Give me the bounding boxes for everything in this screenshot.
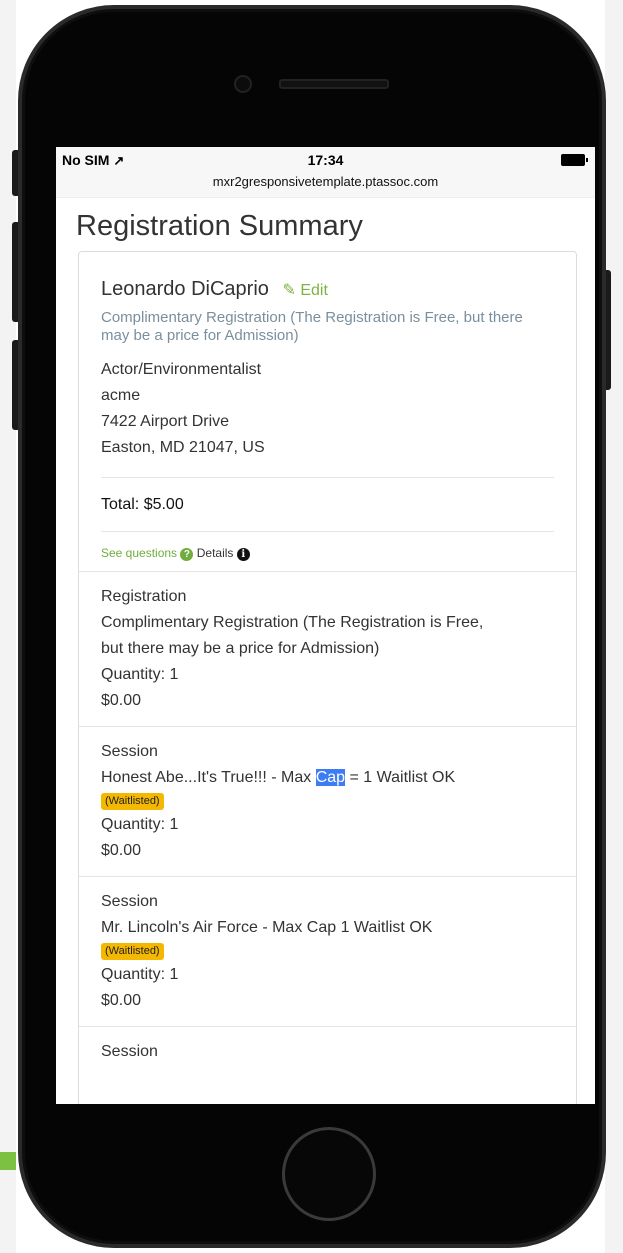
registrant-address: Actor/Environmentalist acme 7422 Airport… xyxy=(101,357,554,461)
registrant-street: 7422 Airport Drive xyxy=(101,413,230,430)
registrant-city: Easton, MD 21047, US xyxy=(101,439,265,456)
registration-card: Leonardo DiCaprio ✎ Edit Complimentary R… xyxy=(78,251,577,1104)
list-item: Session Honest Abe...It's True!!! - Max … xyxy=(79,726,576,876)
item-name-cont: but there may be a price for Admission) xyxy=(101,640,380,657)
details-link[interactable]: Details i xyxy=(197,546,250,561)
list-item: Session xyxy=(79,1026,576,1077)
selected-text: Cap xyxy=(315,769,346,786)
battery-icon xyxy=(561,154,588,166)
status-time: 17:34 xyxy=(307,152,344,168)
pencil-icon: ✎ xyxy=(282,282,296,299)
waitlisted-badge: (Waitlisted) xyxy=(101,793,164,810)
registrant-title: Actor/Environmentalist xyxy=(101,361,262,378)
registrant-name: Leonardo DiCaprio xyxy=(101,278,269,300)
item-price: $0.00 xyxy=(101,992,142,1009)
item-quantity: Quantity: 1 xyxy=(101,816,179,833)
list-item: Session Mr. Lincoln's Air Force - Max Ca… xyxy=(79,876,576,1026)
earpiece-speaker xyxy=(279,79,389,89)
item-price: $0.00 xyxy=(101,692,142,709)
registration-type: Complimentary Registration (The Registra… xyxy=(101,309,523,344)
home-button[interactable] xyxy=(282,1127,376,1221)
see-questions-link[interactable]: See questions ? xyxy=(101,546,194,561)
background-green-accent xyxy=(0,1152,16,1170)
list-item: Registration Complimentary Registration … xyxy=(79,571,576,726)
waitlisted-badge: (Waitlisted) xyxy=(101,943,164,960)
registrant-summary: Leonardo DiCaprio ✎ Edit Complimentary R… xyxy=(79,252,576,571)
info-circle-icon: i xyxy=(236,548,250,561)
item-name: Honest Abe...It's True!!! - Max Cap = 1 … xyxy=(101,769,456,786)
item-category: Session xyxy=(101,893,158,910)
item-category: Registration xyxy=(101,588,187,605)
item-category: Session xyxy=(101,1043,158,1060)
item-name: Complimentary Registration (The Registra… xyxy=(101,614,484,631)
item-price: $0.00 xyxy=(101,842,142,859)
phone-screen: No SIM ↗ 17:34 mxr2gresponsivetemplate.p… xyxy=(56,147,595,1104)
address-url[interactable]: mxr2gresponsivetemplate.ptassoc.com xyxy=(56,174,595,189)
item-quantity: Quantity: 1 xyxy=(101,666,179,683)
links-row: See questions ? Details i xyxy=(101,532,554,571)
registrant-company: acme xyxy=(101,387,141,404)
item-category: Session xyxy=(101,743,158,760)
item-name: Mr. Lincoln's Air Force - Max Cap 1 Wait… xyxy=(101,919,433,936)
background-right-strip xyxy=(605,0,623,1253)
question-circle-icon: ? xyxy=(180,548,194,561)
registrant-name-row: Leonardo DiCaprio ✎ Edit xyxy=(101,278,554,301)
total-amount: Total: $5.00 xyxy=(101,496,184,513)
item-quantity: Quantity: 1 xyxy=(101,966,179,983)
status-bar: No SIM ↗ 17:34 mxr2gresponsivetemplate.p… xyxy=(56,147,595,198)
page-title: Registration Summary xyxy=(76,210,363,242)
edit-link[interactable]: ✎ Edit xyxy=(282,282,327,299)
front-camera xyxy=(234,75,252,93)
